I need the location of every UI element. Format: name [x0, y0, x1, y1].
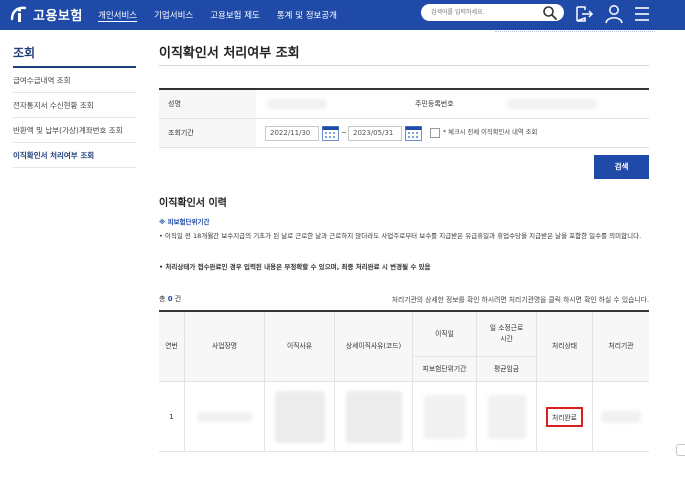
- history-section-title: 이직확인서 이력: [159, 198, 227, 209]
- history-table: 연번 사업장명 이직사유 상세이직사유(코드) 이직일 피보험단위기간 일 소정…: [159, 310, 649, 452]
- form-row-period: 조회기간 2022/11/30 ~ 2023/05/31 * 체크시 전체 이직…: [159, 119, 649, 148]
- col-avg-wage: 평균임금: [477, 357, 537, 382]
- sidebar: 조회 급여수급내역 조회 전자통지서 수신현황 조회 반환액 및 납부(가상)계…: [13, 44, 136, 168]
- rrn-value-masked: [507, 99, 597, 109]
- col-no: 연번: [159, 312, 185, 382]
- row-wage-cell: [477, 382, 537, 452]
- form-row-identity: 성명 주민등록번호: [159, 90, 649, 119]
- page-title: 이직확인서 처리여부 조회: [159, 46, 300, 61]
- company-masked: [197, 411, 252, 422]
- date-masked: [423, 394, 466, 439]
- site-logo[interactable]: 고용보험: [8, 3, 83, 25]
- row-agency-cell[interactable]: [593, 382, 649, 452]
- notice-status: • 처리상태가 접수완료인 경우 입력된 내용은 부정확할 수 있으며, 최종 …: [159, 263, 431, 271]
- col-avg-hours: 일 소정근로시간: [477, 312, 537, 357]
- col-detail-reason: 상세이직사유(코드): [335, 312, 413, 382]
- status-badge: 처리완료: [545, 406, 583, 427]
- col-reason: 이직사유: [265, 312, 335, 382]
- side-scroll-handle[interactable]: [676, 444, 685, 456]
- total-suffix: 건: [174, 295, 182, 303]
- row-no-cell: 1: [159, 382, 185, 452]
- top-header: 고용보험 개인서비스 기업서비스 고용보험 제도 통계 및 정보공개: [0, 0, 685, 30]
- row-date-cell: [413, 382, 477, 452]
- notice-heading: ※ 피보험단위기간: [159, 218, 210, 226]
- logo-text: 고용보험: [33, 8, 83, 24]
- nav-statistics[interactable]: 통계 및 정보공개: [277, 9, 337, 21]
- nav-personal-service[interactable]: 개인서비스: [98, 9, 137, 21]
- user-icon[interactable]: [604, 3, 624, 27]
- reason-masked: [274, 390, 325, 443]
- sidebar-item-refund-account[interactable]: 반환액 및 납부(가상)계좌번호 조회: [13, 118, 136, 143]
- total-count-value: 0: [167, 295, 173, 303]
- sidebar-item-separation-cert[interactable]: 이직확인서 처리여부 조회: [13, 143, 136, 168]
- date-from-input[interactable]: 2022/11/30: [265, 126, 319, 141]
- notice-insured-period: • 이직일 전 18개월간 보수지급의 기초가 된 날로 근로한 날과 근로하지…: [159, 232, 642, 240]
- row-detail-reason-cell: [335, 382, 413, 452]
- date-to-input[interactable]: 2023/05/31: [348, 126, 402, 141]
- period-label: 조회기간: [159, 119, 256, 147]
- agency-hint: 처리기관의 상세한 정보를 확인 하시려면 처리기관명을 클릭 하시면 확인 하…: [391, 296, 649, 304]
- rrn-label: 주민등록번호: [415, 100, 454, 108]
- title-divider: [159, 65, 649, 66]
- col-company: 사업장명: [185, 312, 265, 382]
- sidebar-item-benefit-history[interactable]: 급여수급내역 조회: [13, 68, 136, 93]
- menu-icon[interactable]: [633, 3, 651, 27]
- sub-nav-strip: [495, 30, 655, 35]
- all-history-checkbox[interactable]: [430, 128, 440, 138]
- calendar-from-icon[interactable]: [322, 125, 339, 143]
- search-button[interactable]: 검색: [594, 155, 649, 179]
- sidebar-title: 조회: [13, 44, 136, 68]
- total-count: 총 0 건: [159, 294, 181, 304]
- row-status-cell: 처리완료: [537, 382, 593, 452]
- search-form: 성명 주민등록번호 조회기간 2022/11/30 ~ 2023/05/31 *…: [159, 88, 649, 148]
- agency-masked[interactable]: [601, 410, 641, 423]
- row-reason-cell: [265, 382, 335, 452]
- login-icon[interactable]: [574, 3, 594, 27]
- all-history-checkbox-label: * 체크시 전체 이직확인서 내역 조회: [443, 129, 538, 136]
- name-value-masked: [267, 99, 327, 109]
- logo-mark-icon: [8, 3, 30, 25]
- calendar-to-icon[interactable]: [405, 125, 422, 143]
- col-agency: 처리기관: [593, 312, 649, 382]
- col-insured-period: 피보험단위기간: [413, 357, 477, 382]
- header-search: [421, 4, 564, 21]
- total-prefix: 총: [159, 295, 166, 303]
- date-range-separator: ~: [341, 129, 347, 137]
- wage-masked: [487, 394, 526, 439]
- nav-insurance-system[interactable]: 고용보험 제도: [210, 9, 260, 21]
- col-separation-date: 이직일: [413, 312, 477, 357]
- search-icon[interactable]: [542, 5, 558, 23]
- search-input[interactable]: [421, 4, 531, 21]
- nav-business-service[interactable]: 기업서비스: [154, 9, 193, 21]
- name-label: 성명: [159, 90, 256, 118]
- row-company-cell: [185, 382, 265, 452]
- main-nav: 개인서비스 기업서비스 고용보험 제도 통계 및 정보공개: [98, 0, 354, 30]
- sidebar-item-e-notice[interactable]: 전자통지서 수신현황 조회: [13, 93, 136, 118]
- detail-reason-masked: [345, 390, 402, 443]
- col-status: 처리상태: [537, 312, 593, 382]
